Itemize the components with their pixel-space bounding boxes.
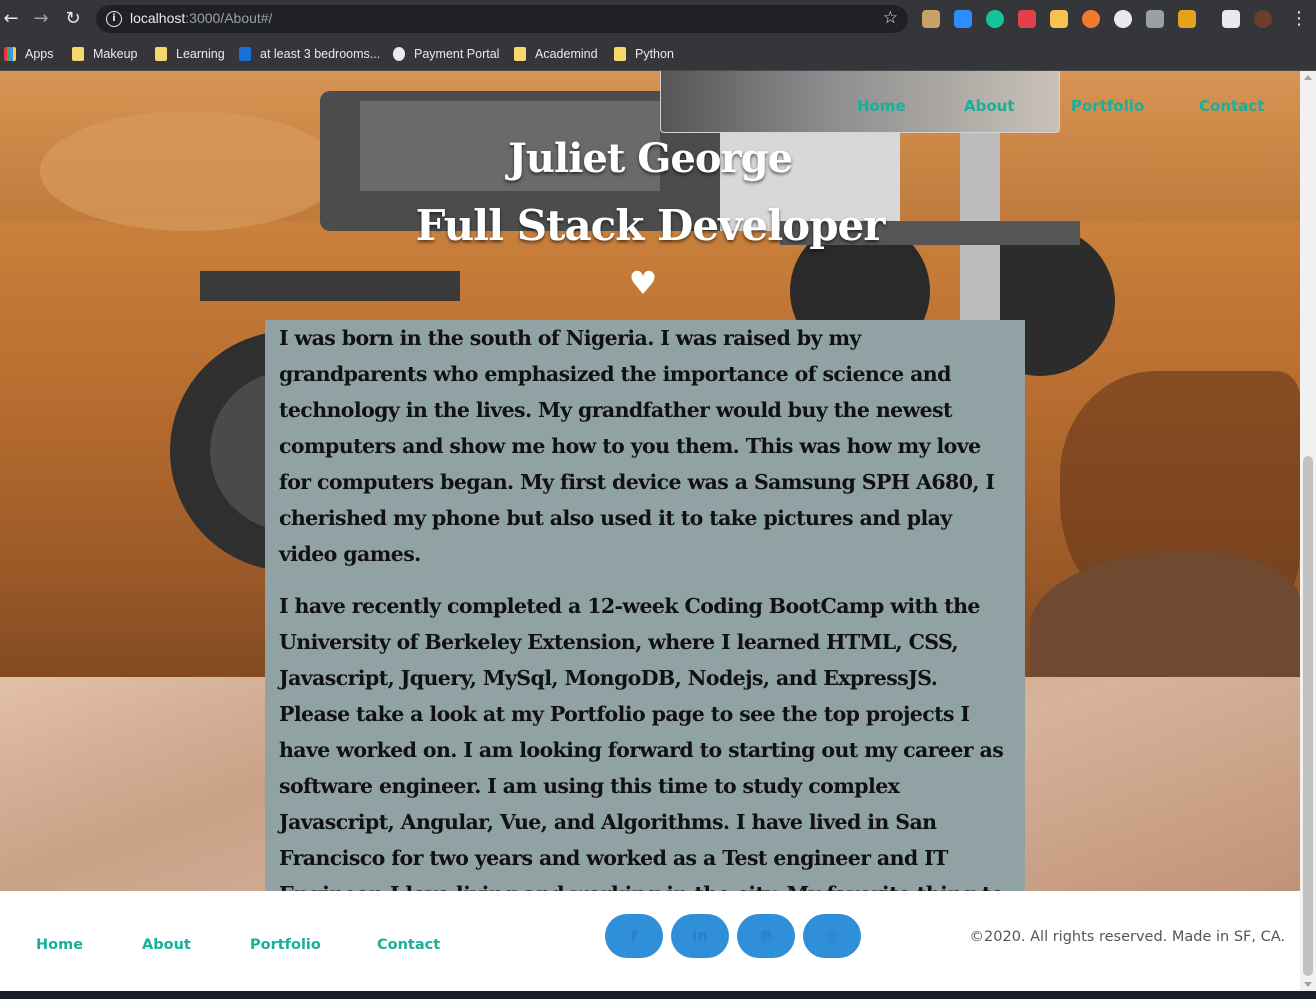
- folder-icon: [514, 47, 526, 61]
- linkedin-button[interactable]: in: [671, 914, 729, 958]
- folder-icon: [72, 47, 84, 61]
- linkedin-icon: in: [692, 927, 708, 945]
- site-info-icon[interactable]: i: [106, 11, 122, 27]
- scroll-down-arrow-icon[interactable]: [1304, 982, 1312, 987]
- scroll-up-arrow-icon[interactable]: [1304, 75, 1312, 80]
- heart-icon: ♥: [628, 264, 658, 302]
- honey-extension-icon[interactable]: [1082, 10, 1100, 28]
- bookmark-makeup[interactable]: Makeup: [72, 44, 137, 64]
- footer-about-link[interactable]: About: [142, 937, 191, 953]
- media-control-icon[interactable]: [1222, 10, 1240, 28]
- facebook-icon: f: [630, 927, 638, 945]
- menu-dots-icon[interactable]: ⋮: [1288, 8, 1310, 30]
- github-icon: ◎: [825, 927, 839, 945]
- scrollbar-thumb[interactable]: [1303, 456, 1313, 976]
- hero-role: Full Stack Developer: [415, 201, 886, 250]
- bookmark-python[interactable]: Python: [614, 44, 674, 64]
- footer-portfolio-link[interactable]: Portfolio: [250, 937, 321, 953]
- bookmark-payment-portal[interactable]: Payment Portal: [393, 44, 499, 64]
- bookmark-academind[interactable]: Academind: [514, 44, 598, 64]
- github-button[interactable]: ◎: [803, 914, 861, 958]
- bookmark-star-icon[interactable]: ☆: [883, 8, 898, 28]
- profile-avatar[interactable]: [1254, 10, 1272, 28]
- extension-icon[interactable]: [1114, 10, 1132, 28]
- apps-grid-icon: [4, 47, 16, 61]
- bookmark-bedrooms[interactable]: at least 3 bedrooms...: [239, 44, 380, 64]
- extension-icon[interactable]: [1146, 10, 1164, 28]
- forward-arrow-icon[interactable]: →: [30, 8, 52, 30]
- keepa-extension-icon[interactable]: [1178, 10, 1196, 28]
- nav-about-link[interactable]: About: [964, 97, 1015, 115]
- url-text: localhost:3000/About#/: [130, 10, 273, 26]
- taskbar-strip: [0, 991, 1316, 999]
- reload-icon[interactable]: ↻: [62, 8, 84, 30]
- bookmarks-bar: Apps Makeup Learning at least 3 bedrooms…: [0, 38, 1316, 71]
- bookmark-learning[interactable]: Learning: [155, 44, 225, 64]
- nav-portfolio-link[interactable]: Portfolio: [1071, 97, 1144, 115]
- extension-icon[interactable]: [922, 10, 940, 28]
- footer: Home About Portfolio Contact f in ℗ ◎ ©2…: [0, 891, 1300, 991]
- about-paragraph-1: I was born in the south of Nigeria. I wa…: [279, 326, 995, 566]
- folder-icon: [155, 47, 167, 61]
- browser-toolbar: ← → ↻ i localhost:3000/About#/ ☆ ⋮: [0, 0, 1316, 38]
- pinterest-icon: ℗: [758, 927, 774, 945]
- nav-home-link[interactable]: Home: [857, 97, 906, 115]
- about-section: I was born in the south of Nigeria. I wa…: [265, 320, 1025, 942]
- back-arrow-icon[interactable]: ←: [0, 8, 22, 30]
- record-extension-icon[interactable]: [1018, 10, 1036, 28]
- zillow-icon: [239, 47, 251, 61]
- globe-icon: [393, 47, 405, 61]
- folder-icon: [614, 47, 626, 61]
- drive-extension-icon[interactable]: [1050, 10, 1068, 28]
- footer-contact-link[interactable]: Contact: [377, 937, 440, 953]
- facebook-button[interactable]: f: [605, 914, 663, 958]
- page-scrollbar[interactable]: [1300, 71, 1316, 991]
- hero-name: Juliet George: [507, 135, 793, 182]
- grammarly-icon[interactable]: [986, 10, 1004, 28]
- footer-home-link[interactable]: Home: [36, 937, 83, 953]
- page-viewport: Home About Portfolio Contact Juliet Geor…: [0, 71, 1300, 991]
- address-bar[interactable]: i localhost:3000/About#/ ☆: [96, 5, 908, 33]
- nav-contact-link[interactable]: Contact: [1199, 97, 1264, 115]
- pinterest-button[interactable]: ℗: [737, 914, 795, 958]
- bookmark-apps[interactable]: Apps: [4, 44, 54, 64]
- copyright-text: ©2020. All rights reserved. Made in SF, …: [969, 929, 1285, 945]
- zoom-extension-icon[interactable]: [954, 10, 972, 28]
